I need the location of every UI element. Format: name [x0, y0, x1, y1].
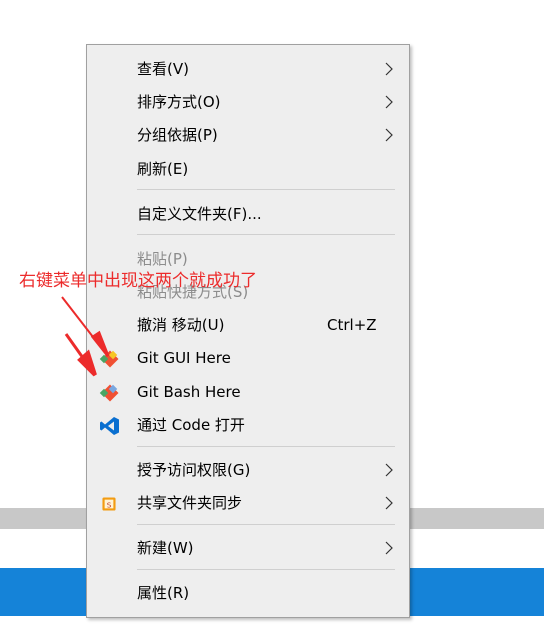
menu-separator	[137, 446, 395, 447]
chevron-right-icon	[385, 496, 393, 510]
menu-item-label: Git Bash Here	[137, 383, 241, 401]
menu-item-label: 查看(V)	[137, 60, 189, 78]
menu-item-label: 新建(W)	[137, 539, 194, 557]
menu-item-sort-by[interactable]: 排序方式(O)	[87, 87, 409, 117]
context-menu: 查看(V) 排序方式(O) 分组依据(P) 刷新(E) 自定义文件夹(F)...…	[86, 44, 410, 618]
menu-separator	[137, 189, 395, 190]
menu-item-undo-move[interactable]: 撤消 移动(U) Ctrl+Z	[87, 310, 409, 340]
git-icon	[99, 384, 119, 402]
menu-item-label: 分组依据(P)	[137, 126, 218, 144]
svg-text:S: S	[107, 500, 112, 509]
chevron-right-icon	[385, 62, 393, 76]
chevron-right-icon	[385, 95, 393, 109]
menu-item-new[interactable]: 新建(W)	[87, 533, 409, 563]
menu-separator	[137, 569, 395, 570]
chevron-right-icon	[385, 128, 393, 142]
menu-item-git-gui-here[interactable]: Git GUI Here	[87, 343, 409, 373]
menu-item-shared-folder-sync[interactable]: S 共享文件夹同步	[87, 488, 409, 518]
menu-item-give-access[interactable]: 授予访问权限(G)	[87, 455, 409, 485]
menu-item-group-by[interactable]: 分组依据(P)	[87, 120, 409, 150]
menu-item-label: 属性(R)	[137, 584, 190, 602]
menu-item-customize-folder[interactable]: 自定义文件夹(F)...	[87, 199, 409, 229]
menu-item-label: 通过 Code 打开	[137, 416, 245, 434]
menu-item-open-with-code[interactable]: 通过 Code 打开	[87, 410, 409, 440]
menu-item-label: 共享文件夹同步	[137, 494, 243, 512]
menu-item-label: 排序方式(O)	[137, 93, 221, 111]
menu-item-label: 撤消 移动(U)	[137, 316, 225, 334]
chevron-right-icon	[385, 463, 393, 477]
menu-separator	[137, 524, 395, 525]
git-icon	[99, 350, 119, 368]
chevron-right-icon	[385, 541, 393, 555]
menu-item-git-bash-here[interactable]: Git Bash Here	[87, 377, 409, 407]
sync-icon: S	[102, 497, 116, 511]
menu-separator	[137, 234, 395, 235]
menu-item-label: 授予访问权限(G)	[137, 461, 251, 479]
menu-item-view[interactable]: 查看(V)	[87, 54, 409, 84]
vscode-icon	[100, 417, 119, 435]
annotation-text: 右键菜单中出现这两个就成功了	[19, 271, 257, 291]
menu-item-label: 自定义文件夹(F)...	[137, 205, 262, 223]
menu-item-shortcut: Ctrl+Z	[327, 316, 377, 334]
menu-item-label: 刷新(E)	[137, 160, 189, 178]
menu-item-properties[interactable]: 属性(R)	[87, 578, 409, 608]
menu-item-label: Git GUI Here	[137, 349, 231, 367]
menu-item-refresh[interactable]: 刷新(E)	[87, 154, 409, 184]
